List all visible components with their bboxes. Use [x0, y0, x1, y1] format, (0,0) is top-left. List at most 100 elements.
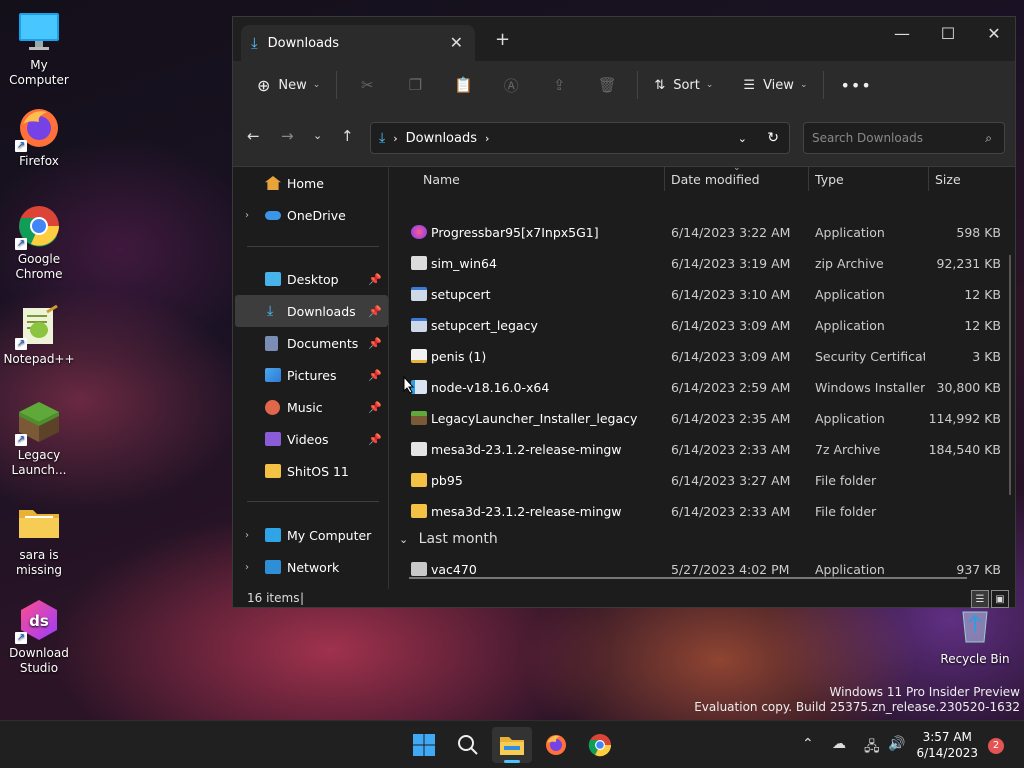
delete-button[interactable]: 🗑 [583, 69, 631, 101]
desktop-icon-recycle-bin[interactable]: Recycle Bin [937, 604, 1013, 667]
chevron-right-icon[interactable]: › [245, 530, 249, 541]
search-box[interactable]: ⌕ [803, 122, 1005, 154]
column-divider[interactable] [808, 167, 809, 191]
paste-button[interactable]: 📋 [439, 69, 487, 101]
column-divider[interactable] [664, 167, 665, 191]
file-type: Application [815, 411, 885, 426]
file-type: Windows Installer ... [815, 380, 925, 395]
desktop-icon-my-computer[interactable]: My Computer [1, 10, 77, 88]
search-input[interactable] [812, 131, 972, 145]
taskbar-firefox[interactable] [536, 727, 576, 763]
file-row[interactable]: Progressbar95[x7Inpx5G1] 6/14/2023 3:22 … [393, 217, 1003, 248]
sidebar-item-home[interactable]: Home [235, 167, 388, 199]
desktop-icon-download-studio[interactable]: ds ↗ Download Studio [1, 598, 77, 676]
desktop-icon-chrome[interactable]: ↗ Google Chrome [1, 204, 77, 282]
sidebar-item-pictures[interactable]: Pictures 📌 [235, 359, 388, 391]
new-tab-button[interactable]: + [495, 29, 510, 50]
toolbar-divider [637, 71, 639, 99]
chevron-right-icon[interactable]: › [245, 562, 249, 573]
file-row[interactable]: setupcert_legacy 6/14/2023 3:09 AM Appli… [393, 310, 1003, 341]
sidebar-item-documents[interactable]: Documents 📌 [235, 327, 388, 359]
forward-button[interactable]: → [281, 127, 294, 145]
rename-button[interactable]: Ⓐ [487, 69, 535, 101]
sidebar-item-label: Downloads [287, 303, 356, 319]
cut-button[interactable]: ✂ [343, 69, 391, 101]
view-button[interactable]: ☰ View ⌄ [737, 69, 813, 101]
view-label: View [763, 77, 794, 93]
sidebar-item-shitos[interactable]: ShitOS 11 [235, 455, 388, 487]
sidebar-item-desktop[interactable]: Desktop 📌 [235, 263, 388, 295]
close-tab-icon[interactable]: ✕ [450, 33, 463, 52]
desktop-icon-label: Notepad++ [3, 352, 75, 366]
status-separator: | [300, 591, 305, 605]
desktop-icon-firefox[interactable]: ↗ Firefox [1, 106, 77, 169]
breadcrumb-downloads[interactable]: Downloads [406, 131, 477, 146]
close-window-button[interactable]: ✕ [971, 17, 1017, 49]
pin-icon[interactable]: 📌 [368, 401, 382, 414]
maximize-button[interactable]: ☐ [925, 17, 971, 49]
clock[interactable]: 3:57 AM 6/14/2023 [916, 729, 978, 761]
minimize-button[interactable]: — [879, 17, 925, 49]
refresh-icon[interactable]: ↻ [767, 130, 779, 146]
file-name: mesa3d-23.1.2-release-mingw [431, 442, 622, 457]
notification-badge[interactable]: 2 [988, 738, 1004, 754]
back-button[interactable]: ← [247, 127, 260, 145]
column-header-date[interactable]: Date modified [671, 167, 760, 191]
column-header-type[interactable]: Type [815, 167, 844, 191]
tiles-view-button[interactable]: ▣ [991, 590, 1009, 608]
file-type: Security Certificate [815, 349, 925, 364]
search-button[interactable] [448, 727, 488, 763]
network-tray-icon[interactable]: 🖧 [864, 736, 880, 760]
file-row[interactable]: setupcert 6/14/2023 3:10 AM Application … [393, 279, 1003, 310]
volume-tray-icon[interactable]: 🔊 [888, 736, 905, 752]
pin-icon[interactable]: 📌 [368, 369, 382, 382]
pin-icon[interactable]: 📌 [368, 305, 382, 318]
group-header-last-month[interactable]: ⌄ Last month [399, 531, 498, 547]
sidebar-item-videos[interactable]: Videos 📌 [235, 423, 388, 455]
share-button[interactable]: ⇪ [535, 69, 583, 101]
more-options-button[interactable]: ••• [834, 69, 877, 101]
address-bar[interactable]: ⤓ › Downloads › ⌄ ↻ [370, 122, 790, 154]
recent-locations-button[interactable]: ⌄ [313, 129, 322, 142]
desktop-icon-sara-is-missing[interactable]: sara is missing [1, 500, 77, 578]
sort-button[interactable]: ⇅ Sort ⌄ [648, 69, 719, 101]
address-dropdown-icon[interactable]: ⌄ [738, 132, 747, 145]
sidebar-item-network[interactable]: › Network [235, 551, 388, 583]
new-button[interactable]: ⊕ New ⌄ [251, 69, 326, 101]
file-row[interactable]: pb95 6/14/2023 3:27 AM File folder [393, 465, 1003, 496]
up-button[interactable]: ↑ [341, 127, 354, 145]
column-header-name[interactable]: Name [423, 167, 460, 191]
copy-button[interactable]: ❐ [391, 69, 439, 101]
sidebar-item-downloads[interactable]: ⤓ Downloads 📌 [235, 295, 388, 327]
view-lines-icon: ☰ [743, 77, 756, 93]
vertical-scrollbar[interactable] [1009, 255, 1011, 495]
pin-icon[interactable]: 📌 [368, 337, 382, 350]
onedrive-tray-icon[interactable]: ☁ [832, 736, 846, 752]
sidebar-item-my-computer[interactable]: › My Computer [235, 519, 388, 551]
desktop-icon-notepadpp[interactable]: ↗ Notepad++ [1, 304, 77, 367]
pin-icon[interactable]: 📌 [368, 273, 382, 286]
horizontal-scrollbar[interactable] [409, 577, 967, 579]
pin-icon[interactable]: 📌 [368, 433, 382, 446]
search-icon [458, 735, 478, 755]
file-name: setupcert_legacy [431, 318, 538, 333]
taskbar-file-explorer[interactable] [492, 727, 532, 763]
file-row[interactable]: mesa3d-23.1.2-release-mingw 6/14/2023 2:… [393, 496, 1003, 527]
sidebar-item-music[interactable]: Music 📌 [235, 391, 388, 423]
file-row[interactable]: node-v18.16.0-x64 6/14/2023 2:59 AM Wind… [393, 372, 1003, 403]
start-button[interactable] [404, 727, 444, 763]
file-row[interactable]: vac470 5/27/2023 4:02 PM Application 937… [393, 554, 1003, 585]
show-hidden-icons-button[interactable]: ⌃ [802, 736, 814, 752]
column-header-size[interactable]: Size [935, 167, 961, 191]
file-row[interactable]: LegacyLauncher_Installer_legacy 6/14/202… [393, 403, 1003, 434]
file-row[interactable]: penis (1) 6/14/2023 3:09 AM Security Cer… [393, 341, 1003, 372]
taskbar-chrome[interactable] [580, 727, 620, 763]
chevron-right-icon[interactable]: › [245, 210, 249, 221]
column-divider[interactable] [928, 167, 929, 191]
file-row[interactable]: sim_win64 6/14/2023 3:19 AM zip Archive … [393, 248, 1003, 279]
details-view-button[interactable]: ☰ [971, 590, 989, 608]
file-row[interactable]: mesa3d-23.1.2-release-mingw 6/14/2023 2:… [393, 434, 1003, 465]
sidebar-item-onedrive[interactable]: › OneDrive [235, 199, 388, 231]
tab-downloads[interactable]: ⤓ Downloads ✕ [241, 25, 475, 61]
desktop-icon-legacy-launcher[interactable]: ↗ Legacy Launch... [1, 400, 77, 478]
